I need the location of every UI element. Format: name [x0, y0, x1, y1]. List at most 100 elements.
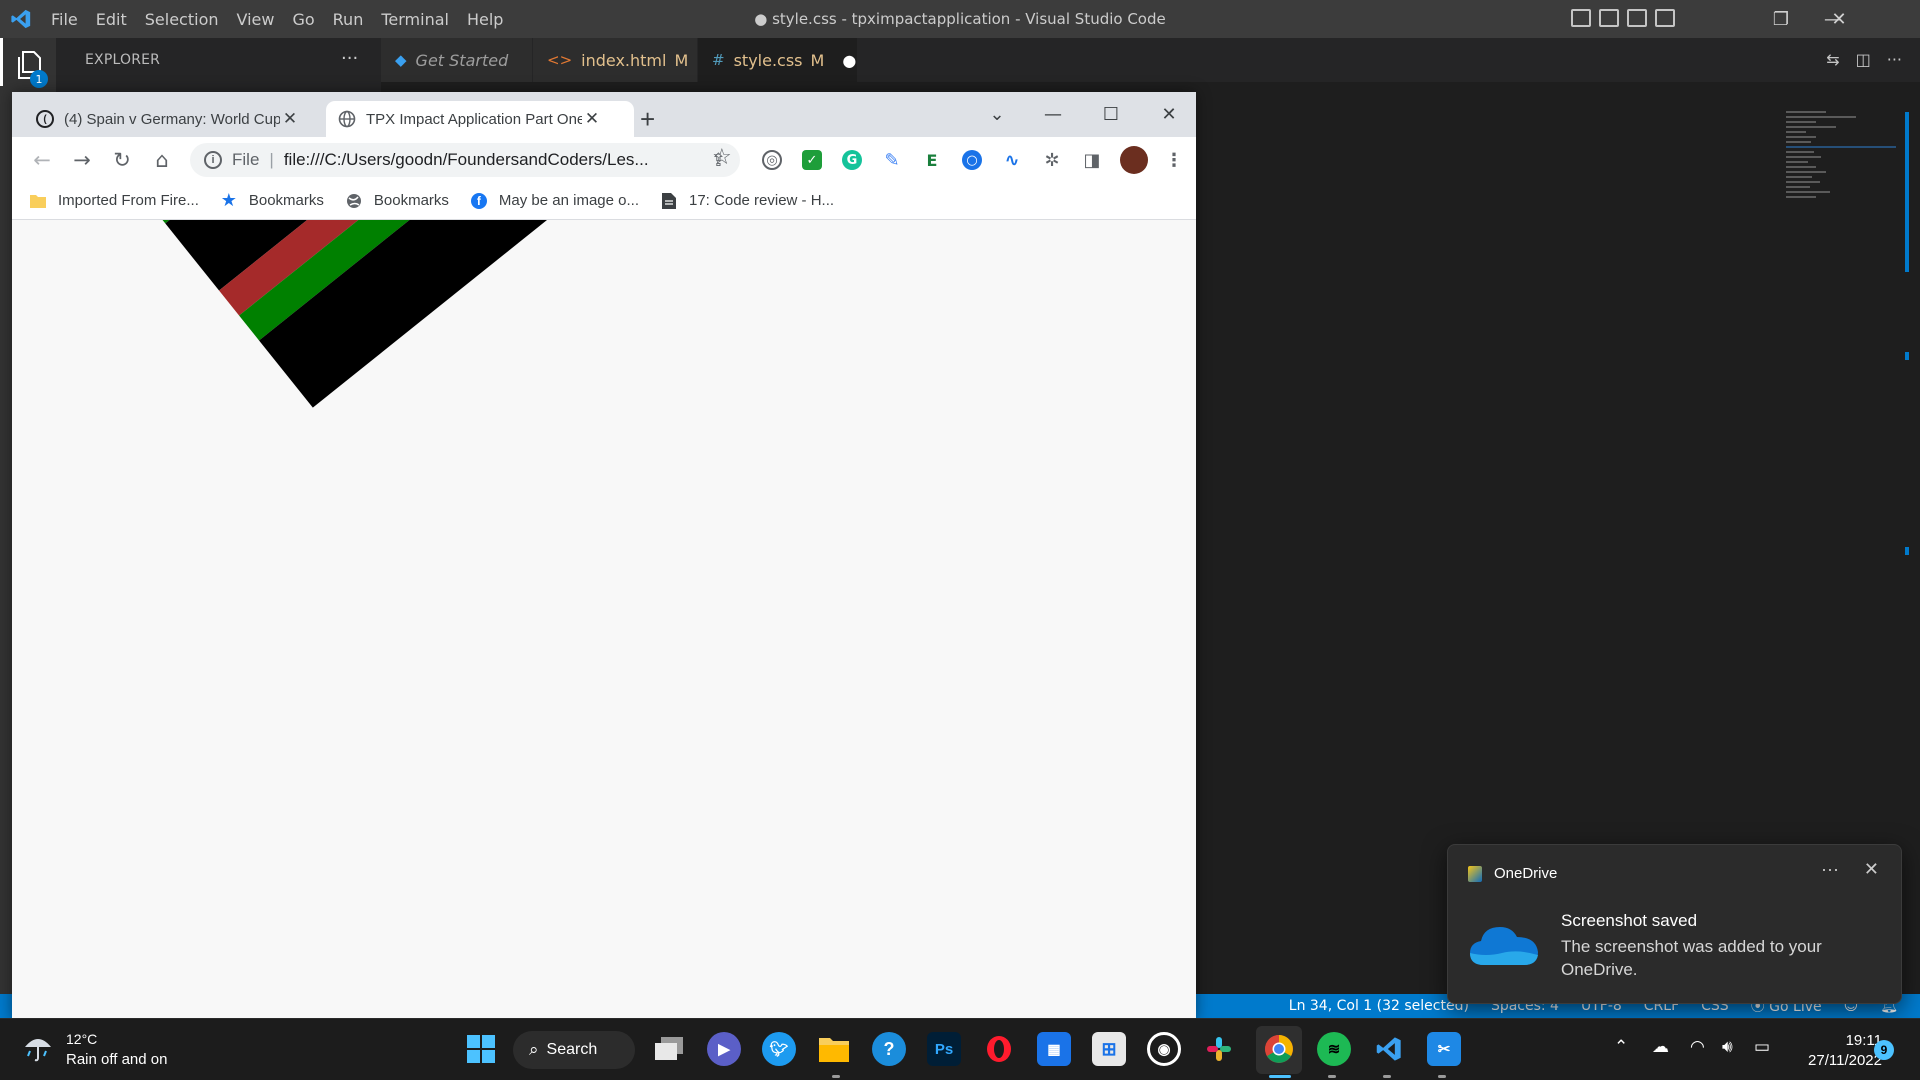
editor-scrollbar[interactable] — [1905, 82, 1913, 994]
bookmark-item[interactable]: Imported From Fire... — [30, 192, 199, 209]
notification-count-badge[interactable]: 9 — [1874, 1040, 1894, 1060]
menu-view[interactable]: View — [228, 10, 284, 29]
chrome-minimize-button[interactable]: — — [1030, 96, 1076, 132]
notification-close-icon[interactable]: ✕ — [1864, 859, 1879, 880]
reload-icon[interactable]: ↻ — [102, 137, 142, 182]
extension-e-icon[interactable]: E — [922, 150, 942, 170]
show-hidden-icons-chevron-up-icon[interactable]: ⌃ — [1614, 1037, 1628, 1057]
toggle-primary-sidebar-icon[interactable] — [1571, 9, 1591, 27]
chrome-tab-title: (4) Spain v Germany: World Cup 2022 — [64, 110, 280, 128]
get-help-icon[interactable]: ? — [872, 1032, 906, 1066]
chrome-close-button[interactable]: ✕ — [1146, 96, 1192, 132]
extension-audio-icon[interactable]: ◎ — [762, 150, 782, 170]
bookmark-item[interactable]: ★ Bookmarks — [221, 190, 324, 210]
chrome-icon[interactable] — [1262, 1032, 1296, 1066]
side-panel-icon[interactable]: ◨ — [1082, 150, 1102, 171]
site-favicon-icon: ( — [36, 110, 54, 128]
microsoft-store-icon[interactable]: ⊞ — [1092, 1032, 1126, 1066]
photoshop-icon[interactable]: Ps — [927, 1032, 961, 1066]
chrome-maximize-button[interactable]: ☐ — [1088, 96, 1134, 132]
menu-terminal[interactable]: Terminal — [372, 10, 458, 29]
site-info-icon[interactable]: i — [204, 151, 222, 169]
bookmark-label: 17: Code review - H... — [689, 192, 835, 209]
editor-more-icon[interactable]: ··· — [1887, 50, 1902, 69]
chrome-tab-spain-germany[interactable]: ( (4) Spain v Germany: World Cup 2022 ✕ — [24, 101, 329, 137]
extension-grammarly-icon[interactable]: G — [842, 150, 862, 170]
bookmark-item[interactable]: 17: Code review - H... — [661, 192, 834, 209]
new-tab-button[interactable]: + — [640, 104, 655, 135]
slack-icon[interactable] — [1202, 1032, 1236, 1066]
close-tab-icon[interactable]: ✕ — [582, 109, 602, 129]
toggle-secondary-sidebar-icon[interactable] — [1627, 9, 1647, 27]
tab-index-html[interactable]: <> index.html M — [533, 38, 698, 82]
bookmark-label: Bookmarks — [373, 192, 449, 209]
weather-widget[interactable]: 12°C Rain off and on — [22, 1031, 167, 1068]
status-cursor-position[interactable]: Ln 34, Col 1 (32 selected) — [1289, 998, 1469, 1014]
spotify-icon[interactable]: ≋ — [1317, 1032, 1351, 1066]
chrome-tab-tpx-impact[interactable]: TPX Impact Application Part One ✕ — [326, 101, 634, 137]
html-file-icon: <> — [547, 51, 573, 69]
twitter-icon[interactable]: 🐦︎ — [762, 1032, 796, 1066]
battery-icon[interactable]: ▭ — [1754, 1037, 1770, 1057]
task-view-icon[interactable] — [652, 1032, 686, 1066]
extension-circle-icon[interactable]: ○ — [962, 150, 982, 170]
sidebar-title: EXPLORER — [85, 52, 161, 68]
split-editor-icon[interactable]: ◫ — [1856, 50, 1871, 69]
windows-start-icon[interactable] — [464, 1032, 498, 1066]
customize-layout-icon[interactable] — [1655, 9, 1675, 27]
github-icon[interactable]: ◉ — [1147, 1032, 1181, 1066]
globe-icon — [338, 110, 356, 128]
address-bar[interactable]: i File | file:///C:/Users/goodn/Founders… — [190, 143, 740, 177]
home-icon[interactable]: ⌂ — [142, 137, 182, 182]
tab-style-css[interactable]: # style.css M ● — [698, 38, 858, 82]
close-tab-icon[interactable]: ✕ — [280, 109, 300, 129]
weather-temperature: 12°C — [66, 1031, 98, 1047]
onedrive-notification[interactable]: OneDrive ··· ✕ Screenshot saved The scre… — [1447, 844, 1902, 1004]
minimap[interactable] — [1786, 108, 1906, 248]
sidebar-more-icon[interactable]: ··· — [341, 48, 358, 69]
unsaved-dot-icon[interactable]: ● — [842, 51, 856, 70]
tab-search-chevron-down-icon[interactable]: ⌄ — [974, 96, 1020, 132]
folder-icon — [30, 193, 46, 209]
open-changes-icon[interactable]: ⇆ — [1826, 50, 1839, 69]
taskbar-clock[interactable]: 19:11 27/11/2022 — [1790, 1031, 1882, 1071]
url-text[interactable]: file:///C:/Users/goodn/FoundersandCoders… — [284, 150, 664, 170]
extension-wave-icon[interactable]: ∿ — [1002, 150, 1022, 171]
bookmark-item[interactable]: f May be an image o... — [470, 192, 639, 209]
extension-checkbox-icon[interactable]: ✓ — [802, 150, 822, 170]
toggle-panel-icon[interactable] — [1599, 9, 1619, 27]
volume-icon[interactable]: 🔊︎ — [1722, 1037, 1733, 1057]
bookmark-star-icon[interactable]: ☆ — [712, 145, 732, 170]
teams-chat-icon[interactable]: ▶ — [707, 1032, 741, 1066]
vscode-close-button[interactable]: ✕ — [1810, 0, 1868, 38]
opera-icon[interactable] — [982, 1032, 1016, 1066]
menu-run[interactable]: Run — [324, 10, 373, 29]
file-explorer-icon[interactable] — [817, 1032, 851, 1066]
facebook-icon: f — [470, 192, 487, 209]
menu-go[interactable]: Go — [283, 10, 323, 29]
css-file-icon: # — [712, 51, 725, 69]
snipping-tool-icon[interactable]: ✂ — [1427, 1032, 1461, 1066]
url-scheme: File — [232, 150, 260, 169]
taskbar-search-button[interactable]: ⌕ Search — [513, 1031, 635, 1069]
extensions-puzzle-icon[interactable]: ✲ — [1042, 150, 1062, 171]
menu-selection[interactable]: Selection — [136, 10, 228, 29]
calendar-icon[interactable]: ▦ — [1037, 1032, 1071, 1066]
tab-get-started[interactable]: ◆ Get Started — [381, 38, 533, 82]
menu-edit[interactable]: Edit — [87, 10, 136, 29]
menu-file[interactable]: File — [42, 10, 87, 29]
extension-feather-icon[interactable]: ✎ — [882, 150, 902, 171]
chrome-menu-icon[interactable]: ⋮ — [1164, 150, 1184, 171]
profile-avatar[interactable] — [1120, 146, 1148, 174]
onedrive-tray-icon[interactable]: ☁ — [1652, 1037, 1669, 1057]
vscode-taskbar-icon[interactable] — [1372, 1032, 1406, 1066]
wifi-icon[interactable]: ◠ — [1690, 1037, 1705, 1057]
back-arrow-icon[interactable]: ← — [22, 137, 62, 182]
menu-help[interactable]: Help — [458, 10, 512, 29]
notification-more-icon[interactable]: ··· — [1821, 859, 1839, 880]
bookmark-item[interactable]: Bookmarks — [346, 192, 449, 209]
editor-actions: ⇆ ◫ ··· — [1826, 50, 1902, 69]
forward-arrow-icon[interactable]: → — [62, 137, 102, 182]
vscode-titlebar: File Edit Selection View Go Run Terminal… — [0, 0, 1920, 38]
vscode-restore-button[interactable]: ❐ — [1752, 0, 1810, 38]
